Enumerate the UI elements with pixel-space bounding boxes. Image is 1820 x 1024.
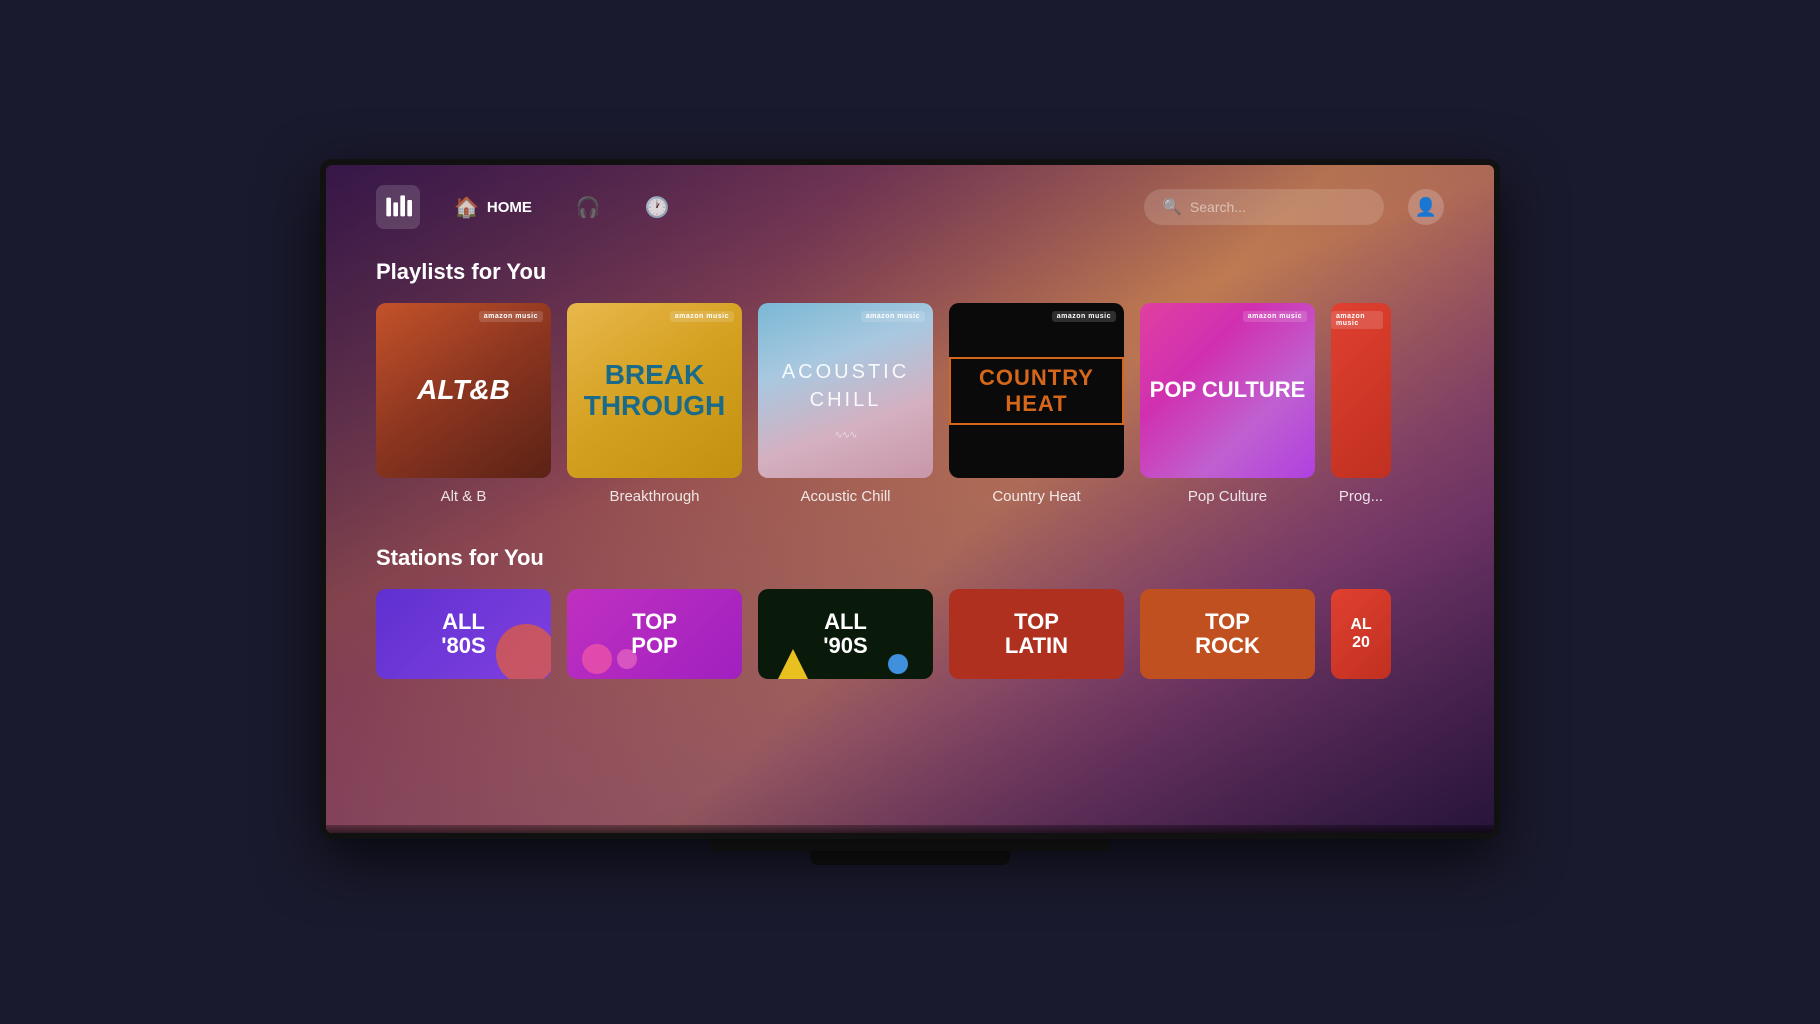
station-partial-line2: 20 <box>1352 634 1370 651</box>
amazon-badge-partial: amazon music <box>1331 311 1383 329</box>
card-label-country-heat: Country Heat <box>949 488 1124 505</box>
station-90s-circle <box>888 654 908 674</box>
station-80s-line1: ALL <box>442 609 485 634</box>
station-partial[interactable]: AL 20 <box>1331 589 1391 679</box>
amazon-badge-altb: amazon music <box>479 311 543 322</box>
home-icon: 🏠 <box>454 195 479 220</box>
nav-bar: 🏠 HOME 🎧 🕐 🔍 👤 <box>376 185 1444 229</box>
amazon-badge-acoustic: amazon music <box>861 311 925 322</box>
card-label-partial: Prog... <box>1331 488 1391 505</box>
station-top-pop[interactable]: TOP POP <box>567 589 742 679</box>
station-all-80s[interactable]: ALL '80S <box>376 589 551 679</box>
station-top-latin[interactable]: TOP LATIN <box>949 589 1124 679</box>
station-90s-line2: '90S <box>823 633 867 658</box>
search-icon: 🔍 <box>1162 197 1182 217</box>
playlist-card-breakthrough[interactable]: amazon music BREAKTHROUGH Breakthrough <box>567 303 742 505</box>
station-90s-triangle <box>778 649 808 679</box>
card-image-acoustic: amazon music ACOUSTICCHILL <box>758 303 933 478</box>
station-toppop-deco1 <box>582 644 612 674</box>
playlists-title: Playlists for You <box>376 259 1444 285</box>
amazon-badge-popculture: amazon music <box>1243 311 1307 322</box>
playlist-card-acoustic-chill[interactable]: amazon music ACOUSTICCHILL Acoustic Chil… <box>758 303 933 505</box>
nav-history[interactable]: 🕐 <box>635 189 680 226</box>
card-image-breakthrough: amazon music BREAKTHROUGH <box>567 303 742 478</box>
station-all-90s[interactable]: ALL '90S <box>758 589 933 679</box>
station-toplatin-text: TOP LATIN <box>1005 610 1068 658</box>
user-avatar[interactable]: 👤 <box>1408 189 1444 225</box>
card-label-breakthrough: Breakthrough <box>567 488 742 505</box>
station-partial-text: AL 20 <box>1350 616 1371 651</box>
card-label-acoustic-chill: Acoustic Chill <box>758 488 933 505</box>
playlist-card-partial[interactable]: amazon music Prog... <box>1331 303 1391 505</box>
card-breakthrough-text: BREAKTHROUGH <box>584 360 726 422</box>
station-toppop-text: TOP POP <box>631 610 677 658</box>
app-logo[interactable] <box>376 185 420 229</box>
station-toplatin-line1: TOP <box>1014 609 1059 634</box>
nav-headphones[interactable]: 🎧 <box>566 189 611 226</box>
card-popculture-text: POP CULTURE <box>1150 377 1306 403</box>
station-top-rock[interactable]: TOP ROCK <box>1140 589 1315 679</box>
station-toprock-line2: ROCK <box>1195 633 1260 658</box>
tv-stand-top <box>710 839 1110 851</box>
stations-row: ALL '80S TOP POP <box>376 589 1444 679</box>
amazon-badge-breakthrough: amazon music <box>670 311 734 322</box>
nav-home-label: HOME <box>487 199 532 216</box>
logo-icon <box>384 193 412 221</box>
amazon-badge-country: amazon music <box>1052 311 1116 322</box>
playlist-card-alt-b[interactable]: amazon music ALT&B Alt & B <box>376 303 551 505</box>
stations-section: Stations for You ALL '80S <box>376 545 1444 679</box>
tv-bottom-bezel <box>326 825 1494 833</box>
card-acoustic-text: ACOUSTICCHILL <box>782 358 909 424</box>
wavy-underline <box>782 418 909 424</box>
card-image-partial: amazon music <box>1331 303 1391 478</box>
playlists-section: Playlists for You amazon music ALT&B Alt… <box>376 259 1444 505</box>
station-toprock-text: TOP ROCK <box>1195 610 1260 658</box>
search-bar[interactable]: 🔍 <box>1144 189 1384 225</box>
tv-screen: 🏠 HOME 🎧 🕐 🔍 👤 <box>320 159 1500 839</box>
station-toppop-line2: POP <box>631 633 677 658</box>
station-90s-text: ALL '90S <box>823 610 867 658</box>
station-toppop-line1: TOP <box>632 609 677 634</box>
stations-title: Stations for You <box>376 545 1444 571</box>
playlist-card-pop-culture[interactable]: amazon music POP CULTURE Pop Culture <box>1140 303 1315 505</box>
card-label-pop-culture: Pop Culture <box>1140 488 1315 505</box>
playlist-card-country-heat[interactable]: amazon music COUNTRY HEAT Country Heat <box>949 303 1124 505</box>
headphones-icon: 🎧 <box>576 195 601 220</box>
station-80s-decoration <box>496 624 551 679</box>
station-toprock-line1: TOP <box>1205 609 1250 634</box>
playlists-row: amazon music ALT&B Alt & B amazon music … <box>376 303 1444 505</box>
station-80s-text: ALL '80S <box>441 610 485 658</box>
station-partial-line1: AL <box>1350 616 1371 633</box>
card-label-alt-b: Alt & B <box>376 488 551 505</box>
nav-home[interactable]: 🏠 HOME <box>444 189 542 226</box>
card-image-alt-b: amazon music ALT&B <box>376 303 551 478</box>
card-country-text: COUNTRY HEAT <box>949 357 1124 425</box>
card-image-popculture: amazon music POP CULTURE <box>1140 303 1315 478</box>
card-altb-text: ALT&B <box>417 375 510 406</box>
station-toplatin-line2: LATIN <box>1005 633 1068 658</box>
station-80s-line2: '80S <box>441 633 485 658</box>
tv-stand-base <box>810 851 1010 865</box>
user-icon: 👤 <box>1415 197 1437 218</box>
station-90s-line1: ALL <box>824 609 867 634</box>
card-image-country: amazon music COUNTRY HEAT <box>949 303 1124 478</box>
search-input[interactable] <box>1190 199 1366 215</box>
history-icon: 🕐 <box>645 195 670 220</box>
